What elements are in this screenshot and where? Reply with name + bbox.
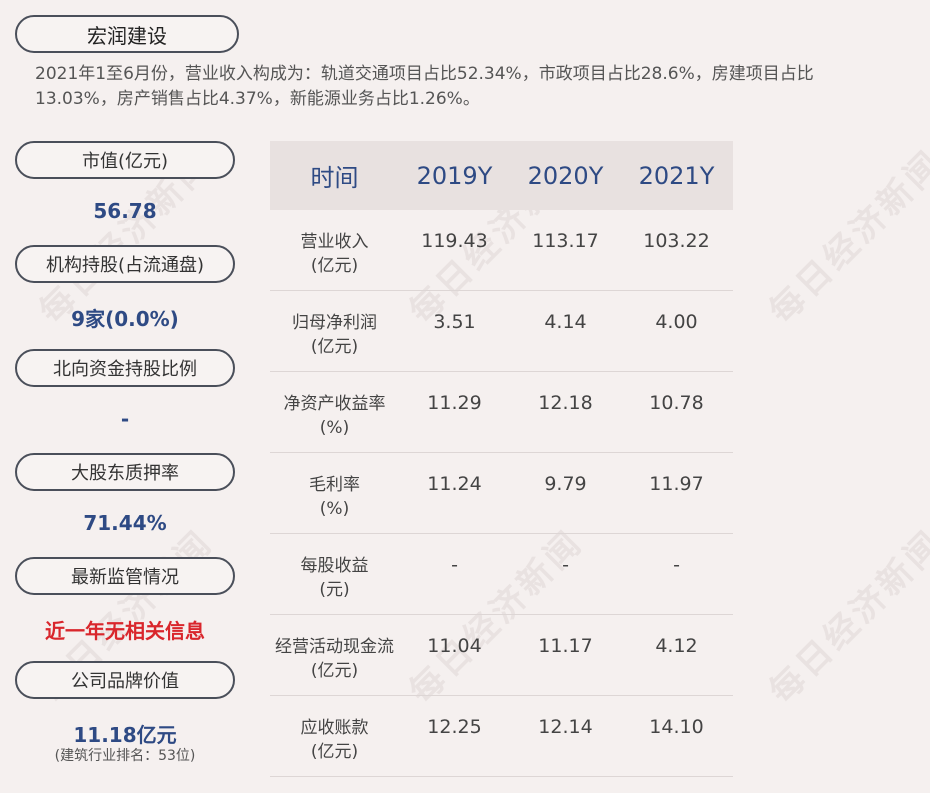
metric-name: 经营活动现金流 <box>275 637 394 657</box>
row-label: 归母净利润 (亿元) <box>270 291 399 359</box>
metric-name: 归母净利润 <box>292 313 377 333</box>
institutional-holding-label: 机构持股(占流通盘) <box>15 245 235 283</box>
brand-value-label: 公司品牌价值 <box>15 661 235 699</box>
regulatory-status-label: 最新监管情况 <box>15 557 235 595</box>
table-cell: 4.12 <box>655 635 698 657</box>
table-cell: 11.17 <box>538 635 593 657</box>
watermark: 每日经济新闻 <box>761 142 930 332</box>
header-time: 时间 <box>310 164 359 192</box>
metric-unit: (%) <box>319 418 350 438</box>
regulatory-status-value: 近一年无相关信息 <box>45 619 205 643</box>
table-cell: - <box>673 554 680 576</box>
company-name-badge: 宏润建设 <box>15 15 239 53</box>
table-cell: 103.22 <box>643 230 710 252</box>
table-cell: 11.97 <box>649 473 704 495</box>
metric-name: 净资产收益率 <box>283 394 386 414</box>
revenue-summary: 2021年1至6月份，营业收入构成为：轨道交通项目占比52.34%，市政项目占比… <box>35 64 814 109</box>
metric-unit: (亿元) <box>310 661 359 681</box>
metric-unit: (亿元) <box>310 256 359 276</box>
metric-unit: (元) <box>319 580 350 600</box>
northbound-holding-label: 北向资金持股比例 <box>15 349 235 387</box>
table-cell: 113.17 <box>532 230 599 252</box>
row-label: 营业收入 (亿元) <box>270 210 399 278</box>
table-cell: 4.00 <box>655 311 698 333</box>
table-cell: 11.04 <box>427 635 482 657</box>
metric-name: 毛利率 <box>309 475 360 495</box>
table-cell: 119.43 <box>421 230 488 252</box>
table-row: 应收账款 (亿元) 12.25 12.14 14.10 <box>270 696 733 777</box>
header-year: 2019Y <box>416 161 493 190</box>
row-label: 应收账款 (亿元) <box>270 696 399 764</box>
table-cell: - <box>562 554 569 576</box>
pledge-ratio-label: 大股东质押率 <box>15 453 235 491</box>
table-cell: 9.79 <box>544 473 587 495</box>
northbound-holding-value: - <box>120 407 130 431</box>
metric-unit: (亿元) <box>310 742 359 762</box>
brand-value-value: 11.18亿元 <box>73 723 177 747</box>
row-label: 净资产收益率 (%) <box>270 372 399 440</box>
table-cell: - <box>451 554 458 576</box>
table-cell: 11.24 <box>427 473 482 495</box>
metric-unit: (亿元) <box>310 337 359 357</box>
financial-table: 时间 2019Y 2020Y 2021Y 营业收入 (亿元) 119.43 113.1… <box>270 141 733 777</box>
metric-name: 营业收入 <box>300 232 369 252</box>
table-row: 营业收入 (亿元) 119.43 113.17 103.22 <box>270 210 733 291</box>
brand-value-rank: (建筑行业排名：53位) <box>54 748 196 764</box>
table-cell: 14.10 <box>649 716 704 738</box>
table-cell: 3.51 <box>433 311 476 333</box>
table-row: 每股收益 (元) - - - <box>270 534 733 615</box>
table-cell: 11.29 <box>427 392 482 414</box>
watermark: 每日经济新闻 <box>761 522 930 712</box>
table-cell: 12.18 <box>538 392 593 414</box>
institutional-holding-value: 9家(0.0%) <box>71 307 179 331</box>
metric-name: 应收账款 <box>300 718 369 738</box>
table-row: 净资产收益率 (%) 11.29 12.18 10.78 <box>270 372 733 453</box>
table-body: 营业收入 (亿元) 119.43 113.17 103.22 归母净利润 (亿元) 3.51 4… <box>270 210 733 777</box>
table-cell: 12.25 <box>427 716 482 738</box>
table-row: 归母净利润 (亿元) 3.51 4.14 4.00 <box>270 291 733 372</box>
market-cap-value: 56.78 <box>93 199 157 223</box>
header-year: 2021Y <box>638 161 715 190</box>
table-row: 毛利率 (%) 11.24 9.79 11.97 <box>270 453 733 534</box>
metric-name: 每股收益 <box>300 556 369 576</box>
pledge-ratio-value: 71.44% <box>83 511 167 535</box>
row-label: 经营活动现金流 (亿元) <box>270 615 399 683</box>
table-cell: 10.78 <box>649 392 704 414</box>
table-header: 时间 2019Y 2020Y 2021Y <box>270 141 733 210</box>
table-cell: 4.14 <box>544 311 587 333</box>
market-cap-label: 市值(亿元) <box>15 141 235 179</box>
table-row: 经营活动现金流 (亿元) 11.04 11.17 4.12 <box>270 615 733 696</box>
row-label: 每股收益 (元) <box>270 534 399 602</box>
table-cell: 12.14 <box>538 716 593 738</box>
metric-unit: (%) <box>319 499 350 519</box>
row-label: 毛利率 (%) <box>270 453 399 521</box>
header-year: 2020Y <box>527 161 604 190</box>
